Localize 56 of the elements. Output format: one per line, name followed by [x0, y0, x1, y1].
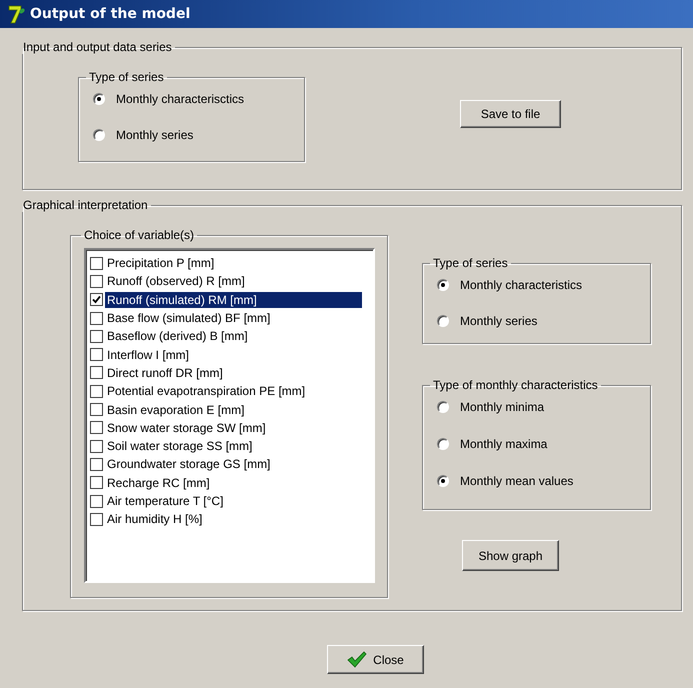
checkbox[interactable] [90, 440, 103, 453]
radio-button[interactable] [437, 315, 449, 327]
list-item[interactable]: Recharge RC [mm] [105, 474, 212, 491]
group-label: Input and output data series [22, 40, 173, 54]
group-label: Choice of variable(s) [83, 228, 196, 242]
checkbox[interactable] [90, 403, 103, 416]
checkbox[interactable] [90, 384, 103, 398]
checkbox[interactable] [90, 366, 103, 380]
checkbox[interactable] [90, 458, 103, 471]
group-label: Graphical interpretation [22, 198, 149, 212]
list-item[interactable]: Baseflow (derived) B [mm] [105, 328, 250, 344]
radio-button[interactable] [437, 475, 449, 487]
checkbox[interactable] [90, 274, 103, 288]
list-item[interactable]: Base flow (simulated) BF [mm] [105, 310, 272, 326]
checkbox[interactable] [90, 421, 103, 434]
list-item[interactable]: Air temperature T [°C] [105, 493, 226, 509]
close-button[interactable]: Close [327, 645, 424, 674]
group-label: Type of series [88, 70, 165, 84]
radio-label: Monthly characterisctics [116, 92, 244, 106]
window-title: Output of the model [30, 6, 190, 22]
group-label: Type of monthly characteristics [432, 378, 599, 392]
show-graph-button[interactable]: Show graph [462, 540, 559, 571]
radio-button[interactable] [93, 129, 105, 141]
check-icon [347, 651, 368, 668]
radio-button[interactable] [437, 279, 449, 291]
checkbox[interactable] [90, 256, 103, 270]
list-item[interactable]: Interflow I [mm] [105, 346, 192, 363]
checkbox[interactable] [90, 494, 103, 508]
list-item[interactable]: Direct runoff DR [mm] [105, 364, 225, 381]
radio-button[interactable] [437, 401, 449, 413]
list-item[interactable]: Snow water storage SW [mm] [105, 420, 268, 436]
checkbox[interactable] [90, 512, 103, 526]
radio-label: Monthly minima [460, 400, 544, 414]
checkbox[interactable] [90, 330, 103, 343]
list-item[interactable]: Potential evapotranspiration PE [mm] [105, 383, 308, 400]
checkbox[interactable] [90, 312, 103, 325]
list-item[interactable]: Runoff (simulated) RM [mm] [105, 292, 362, 308]
checkbox[interactable] [90, 293, 103, 306]
list-item[interactable]: Soil water storage SS [mm] [105, 438, 254, 454]
list-item[interactable]: Precipitation P [mm] [105, 255, 216, 272]
radio-label: Monthly series [460, 314, 538, 328]
checkbox[interactable] [90, 348, 103, 362]
radio-label: Monthly characteristics [460, 278, 582, 292]
app-icon [8, 4, 26, 24]
save-button[interactable]: Save to file [460, 100, 561, 128]
radio-label: Monthly series [116, 128, 194, 142]
list-item[interactable]: Runoff (observed) R [mm] [105, 273, 247, 290]
radio-button[interactable] [93, 93, 105, 105]
radio-label: Monthly maxima [460, 437, 548, 451]
checkbox[interactable] [90, 476, 103, 490]
radio-label: Monthly mean values [460, 474, 574, 488]
list-item[interactable]: Basin evaporation E [mm] [105, 402, 246, 418]
list-item[interactable]: Groundwater storage GS [mm] [105, 456, 272, 472]
radio-button[interactable] [437, 438, 449, 450]
group-label: Type of series [432, 256, 509, 270]
list-item[interactable]: Air humidity H [%] [105, 511, 204, 528]
